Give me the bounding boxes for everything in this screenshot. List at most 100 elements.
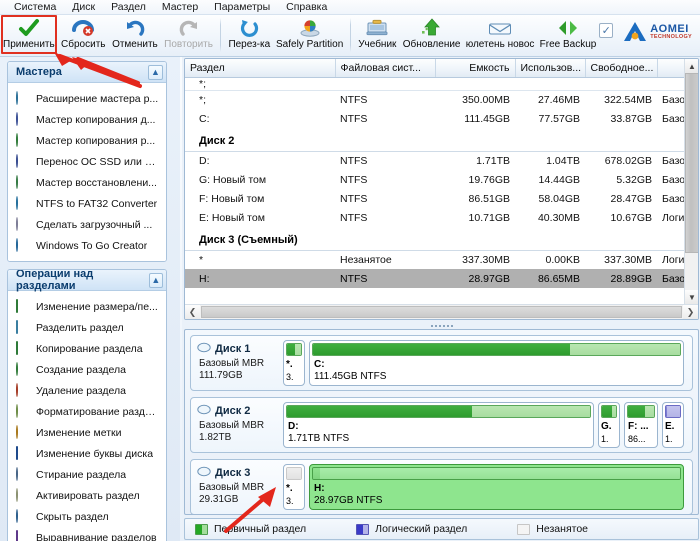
sidebar-item-windows-to-go[interactable]: Windows To Go Creator <box>8 235 166 256</box>
sidebar-item-split-partition[interactable]: Разделить раздел <box>8 317 166 338</box>
cell-free: 28.89GB <box>585 269 657 288</box>
newsletter-button[interactable]: юлетень новос <box>463 15 537 56</box>
partition-box-d2-p0[interactable]: D: 1.71TB NTFS <box>283 402 594 448</box>
scroll-down-icon[interactable]: ▼ <box>685 290 698 304</box>
menu-options[interactable]: Параметры <box>206 0 278 14</box>
sidebar-item-disk-copy-wizard[interactable]: Мастер копирования д... <box>8 109 166 130</box>
sidebar-item-extend-wizard[interactable]: Расширение мастера р... <box>8 88 166 109</box>
logo-sub-text: TECHNOLOGY <box>650 33 692 40</box>
sidebar-item-delete-partition[interactable]: Удаление раздела <box>8 380 166 401</box>
free-backup-button[interactable]: Free Backup <box>537 15 599 56</box>
disk-icon <box>197 466 211 480</box>
table-row[interactable]: G: Новый том NTFS 19.76GB 14.44GB 5.32GB… <box>185 170 698 189</box>
col-used[interactable]: Использов... <box>515 59 586 78</box>
table-row[interactable]: *; <box>185 77 698 91</box>
sidebar-item-format-partition[interactable]: Форматирование раздела <box>8 401 166 422</box>
table-hscroll-thumb[interactable] <box>201 306 682 318</box>
partition-box-d3-p0[interactable]: *. 3. <box>283 464 305 510</box>
sidebar-item-ntfs-to-fat32[interactable]: NTFS to FAT32 Converter <box>8 193 166 214</box>
cell-partition: F: Новый том <box>199 192 265 205</box>
table-horizontal-scrollbar[interactable]: ❮ ❯ <box>185 304 698 319</box>
sidebar-item-label: NTFS to FAT32 Converter <box>36 197 158 210</box>
disk-row-2[interactable]: Диск 2 Базовый MBR 1.82TB D: 1.71TB NTFS <box>190 397 693 453</box>
partition-letter: G. <box>601 421 612 432</box>
sidebar-item-align-partition[interactable]: Выравнивание разделов <box>8 527 166 541</box>
partition-box-d1-p0[interactable]: *. 3. <box>283 340 305 386</box>
menu-partition[interactable]: Раздел <box>103 0 154 14</box>
disk-copy-icon <box>16 111 30 127</box>
disk-3-title: Диск 3 <box>215 467 251 479</box>
disk-icon <box>197 404 211 418</box>
table-row[interactable]: E: Новый том NTFS 10.71GB 40.30MB 10.67G… <box>185 208 698 227</box>
sidebar-item-label: Мастер копирования р... <box>36 134 156 147</box>
scroll-up-icon[interactable]: ▲ <box>685 59 698 73</box>
partition-box-d2-p1[interactable]: G. 1. <box>598 402 620 448</box>
discard-button[interactable]: Сбросить <box>58 15 109 56</box>
menu-disk[interactable]: Диск <box>64 0 103 14</box>
sidebar-item-hide-partition[interactable]: Скрыть раздел <box>8 506 166 527</box>
col-filesystem[interactable]: Файловая сист... <box>335 59 436 78</box>
sidebar-item-resize-move[interactable]: Изменение размера/пе... <box>8 296 166 317</box>
col-free[interactable]: Свободное... <box>585 59 658 78</box>
chevron-up-icon[interactable]: ▲ <box>148 272 163 288</box>
ntfs-to-fat32-icon <box>16 195 30 211</box>
table-scroll-thumb[interactable] <box>685 73 698 253</box>
update-label: Обновление <box>402 39 461 50</box>
panel-splitter[interactable] <box>184 322 699 329</box>
sidebar-item-wipe-partition[interactable]: Стирание раздела <box>8 464 166 485</box>
update-button[interactable]: Обновление <box>400 15 463 56</box>
table-row[interactable]: D: NTFS 1.71TB 1.04TB 678.02GB Базовый Н… <box>185 151 698 170</box>
redo-button[interactable]: Повторить <box>161 15 216 56</box>
disk-row-3[interactable]: Диск 3 Базовый MBR 29.31GB *. 3. H: 28.9… <box>190 459 693 514</box>
partition-box-d2-p2[interactable]: F: ... 86... <box>624 402 658 448</box>
menu-system[interactable]: Система <box>6 0 64 14</box>
table-row[interactable]: F: Новый том NTFS 86.51GB 58.04GB 28.47G… <box>185 189 698 208</box>
partition-usage-bar <box>286 405 591 418</box>
toolbar-checkbox[interactable]: ✓ <box>599 23 614 38</box>
apply-button[interactable]: Применить <box>0 15 58 56</box>
table-row-selected[interactable]: H: NTFS 28.97GB 86.65MB 28.89GB Базовый … <box>185 269 698 288</box>
safely-partition-button[interactable]: Safely Partition <box>274 15 346 56</box>
menu-help[interactable]: Справка <box>278 0 335 14</box>
sidebar-item-copy-partition[interactable]: Копирование раздела <box>8 338 166 359</box>
table-group-row[interactable]: Диск 2 <box>185 128 698 152</box>
menu-wizard[interactable]: Мастер <box>154 0 206 14</box>
wizards-panel-header[interactable]: Мастера ▲ <box>8 62 166 83</box>
table-row[interactable]: * Незанятое 337.30MB 0.00KB 337.30MB Лог… <box>185 250 698 269</box>
col-capacity[interactable]: Емкость <box>435 59 516 78</box>
cell-used: 27.46MB <box>537 93 580 106</box>
sidebar-item-partition-copy-wizard[interactable]: Мастер копирования р... <box>8 130 166 151</box>
reboot-icon <box>236 17 262 39</box>
partition-box-d2-p3[interactable]: E. 1. <box>662 402 684 448</box>
sidebar-item-change-label[interactable]: Изменение метки <box>8 422 166 443</box>
scroll-left-icon[interactable]: ❮ <box>185 305 200 319</box>
sidebar-item-set-active[interactable]: Активировать раздел <box>8 485 166 506</box>
sidebar-item-migrate-os[interactable]: Перенос ОС SSD или HDD <box>8 151 166 172</box>
sidebar-item-change-drive-letter[interactable]: Изменение буквы диска <box>8 443 166 464</box>
tutorial-button[interactable]: Учебник <box>355 15 400 56</box>
sidebar-item-create-partition[interactable]: Создание раздела <box>8 359 166 380</box>
table-vertical-scrollbar[interactable]: ▲ ▼ <box>684 59 698 304</box>
table-group-row[interactable]: Диск 3 (Съемный) <box>185 227 698 251</box>
disk-3-info: Диск 3 Базовый MBR 29.31GB <box>195 464 283 510</box>
main-content: Раздел Файловая сист... Емкость Использо… <box>182 57 700 541</box>
disk-row-1[interactable]: Диск 1 Базовый MBR 111.79GB *. 3. C: 111… <box>190 335 693 391</box>
partition-box-d3-p1-selected[interactable]: H: 28.97GB NTFS <box>309 464 684 510</box>
cell-used: 40.30MB <box>537 211 580 224</box>
scroll-right-icon[interactable]: ❯ <box>683 305 698 319</box>
cell-free: 678.02GB <box>604 154 652 167</box>
update-icon <box>419 17 445 39</box>
wizards-panel-title: Мастера <box>16 66 62 78</box>
undo-button[interactable]: Отменить <box>109 15 161 56</box>
sidebar-item-recovery-wizard[interactable]: Мастер восстановлени... <box>8 172 166 193</box>
reboot-button[interactable]: Перез-ка <box>225 15 274 56</box>
operations-panel-header[interactable]: Операции над разделами ▲ <box>8 270 166 292</box>
sidebar-item-make-bootable[interactable]: Сделать загрузочный ... <box>8 214 166 235</box>
partition-box-d1-p1[interactable]: C: 111.45GB NTFS <box>309 340 684 386</box>
table-row[interactable]: *; NTFS 350.00MB 27.46MB 322.54MB Базовы… <box>185 90 698 109</box>
col-partition[interactable]: Раздел <box>185 59 336 78</box>
free-backup-icon <box>555 17 581 39</box>
partition-usage-bar <box>286 343 302 356</box>
table-row[interactable]: C: NTFS 111.45GB 77.57GB 33.87GB Базовый… <box>185 109 698 128</box>
chevron-up-icon[interactable]: ▲ <box>148 64 163 80</box>
